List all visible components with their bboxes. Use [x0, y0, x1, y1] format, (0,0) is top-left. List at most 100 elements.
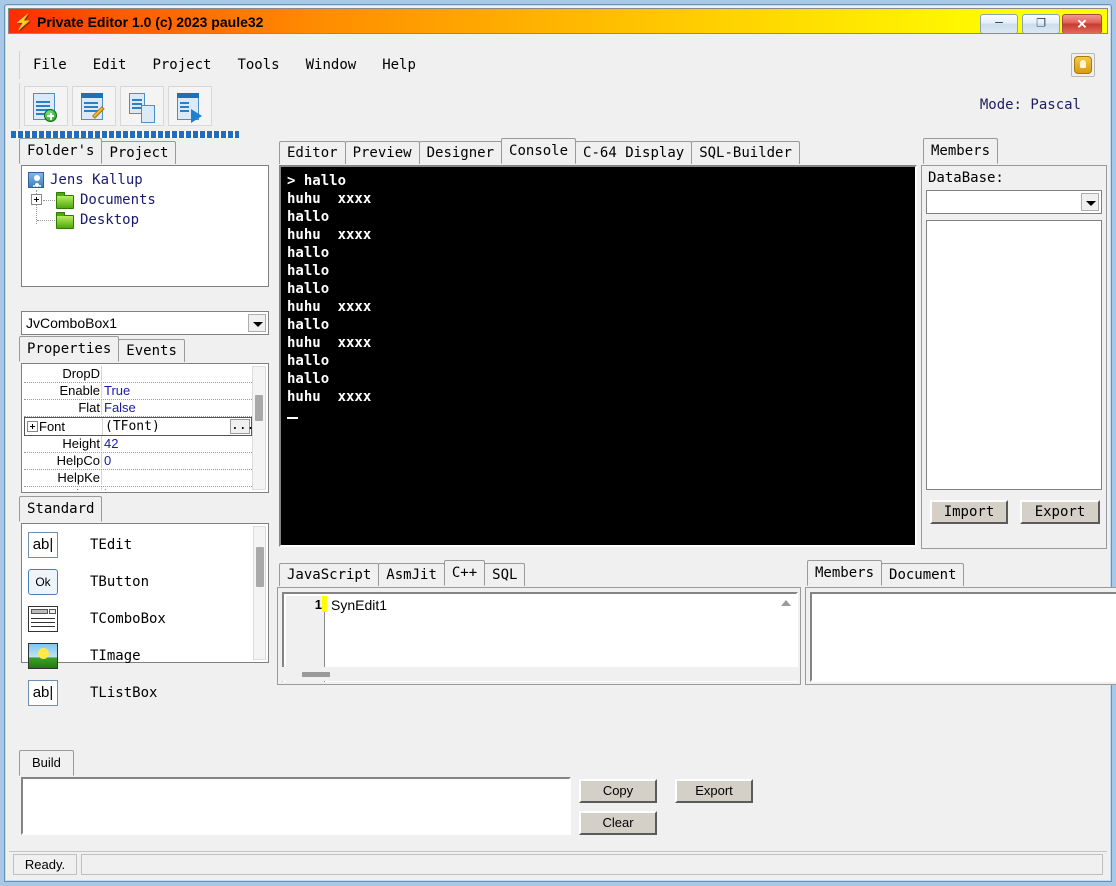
- tab-standard[interactable]: Standard: [19, 496, 103, 522]
- console-line: huhu xxxx: [287, 299, 372, 315]
- chevron-down-icon[interactable]: [1081, 193, 1099, 211]
- tab-properties[interactable]: Properties: [19, 336, 120, 362]
- console-line: hallo: [287, 281, 330, 297]
- members-tabstrip: Members Document: [807, 560, 1116, 587]
- tab-sql-builder[interactable]: SQL-Builder: [691, 141, 800, 164]
- tree-label-user: Jens Kallup: [50, 172, 143, 188]
- app-window: ⚡ Private Editor 1.0 (c) 2023 paule32 – …: [4, 4, 1116, 882]
- editor-hscrollbar[interactable]: [282, 667, 798, 681]
- close-icon: ✕: [1076, 16, 1088, 32]
- menu-item-help[interactable]: Help: [369, 51, 429, 79]
- chevron-down-icon[interactable]: [248, 314, 266, 332]
- tab-editor[interactable]: Editor: [279, 141, 346, 164]
- console-caret: [287, 406, 915, 424]
- close-button[interactable]: ✕: [1062, 14, 1102, 33]
- menu-item-file[interactable]: File: [20, 51, 80, 79]
- palette-scrollbar[interactable]: [253, 526, 266, 660]
- property-name: DropD: [24, 366, 102, 381]
- tab-cpp[interactable]: C++: [443, 560, 486, 586]
- console-output[interactable]: > hallo huhu xxxx hallo huhu xxxx hallo …: [279, 165, 917, 547]
- tab-document[interactable]: Document: [881, 563, 965, 586]
- folder-icon: [56, 212, 74, 229]
- folder-tree[interactable]: Jens Kallup Documents Desktop: [21, 165, 269, 287]
- menu-item-edit[interactable]: Edit: [80, 51, 140, 79]
- editor-line-text[interactable]: SynEdit1: [331, 597, 387, 613]
- tab-c64-display[interactable]: C-64 Display: [575, 141, 693, 164]
- image-icon: [28, 643, 58, 669]
- copy-document-button[interactable]: [120, 86, 164, 126]
- lightbulb-icon[interactable]: [1071, 53, 1095, 77]
- tab-designer[interactable]: Designer: [418, 141, 503, 164]
- tab-asmjit[interactable]: AsmJit: [378, 563, 445, 586]
- left-panel: Folder's Project Jens Kallup Documents D…: [15, 138, 275, 749]
- run-document-button[interactable]: [168, 86, 212, 126]
- minimize-icon: –: [995, 13, 1003, 29]
- table-row[interactable]: Height 42: [24, 436, 252, 453]
- table-row[interactable]: HelpCo 0: [24, 453, 252, 470]
- property-value[interactable]: (TFont): [105, 418, 160, 435]
- database-tabstrip: Members: [923, 138, 1109, 165]
- import-button[interactable]: Import: [930, 500, 1008, 524]
- property-value[interactable]: 0: [104, 453, 111, 468]
- tab-members-right[interactable]: Members: [923, 138, 999, 164]
- table-row[interactable]: Flat False: [24, 400, 252, 417]
- table-row[interactable]: HelpTy htContext: [24, 487, 252, 490]
- status-text: Ready.: [13, 854, 77, 875]
- toolbar: Mode: Pascal: [19, 83, 1097, 129]
- database-combo[interactable]: [926, 190, 1102, 214]
- tab-console[interactable]: Console: [501, 138, 577, 164]
- database-list[interactable]: [926, 220, 1102, 490]
- build-export-button[interactable]: Export: [675, 779, 753, 803]
- export-button[interactable]: Export: [1020, 500, 1100, 524]
- members-list[interactable]: [810, 592, 1116, 682]
- copy-button[interactable]: Copy: [579, 779, 657, 803]
- palette-label: TComboBox: [90, 611, 166, 627]
- tab-folders[interactable]: Folder's: [19, 138, 103, 164]
- menu-item-tools[interactable]: Tools: [224, 51, 292, 79]
- folder-icon: [56, 192, 74, 209]
- component-palette[interactable]: ab| TEdit Ok TButton TComboBox TImage ab…: [21, 523, 269, 706]
- minimize-button[interactable]: –: [980, 13, 1018, 33]
- property-value[interactable]: False: [104, 400, 136, 415]
- console-line: hallo: [287, 353, 330, 369]
- property-grid-scrollbar[interactable]: [252, 366, 266, 490]
- property-expander-icon[interactable]: [27, 421, 38, 432]
- property-name: Flat: [24, 400, 102, 415]
- tab-javascript[interactable]: JavaScript: [279, 563, 380, 586]
- editor-tabstrip: JavaScript AsmJit C++ SQL: [279, 560, 799, 587]
- tab-sql[interactable]: SQL: [484, 563, 526, 586]
- palette-label: TEdit: [90, 537, 133, 553]
- property-value[interactable]: htContext: [104, 487, 160, 490]
- menu-item-window[interactable]: Window: [293, 51, 370, 79]
- table-row[interactable]: Enable True: [24, 383, 252, 400]
- title-bar: ⚡ Private Editor 1.0 (c) 2023 paule32 – …: [8, 8, 1108, 34]
- tab-members-lower[interactable]: Members: [807, 560, 883, 586]
- console-line: huhu xxxx: [287, 335, 372, 351]
- tab-preview[interactable]: Preview: [344, 141, 420, 164]
- palette-label: TListBox: [90, 685, 158, 701]
- menu-item-project[interactable]: Project: [139, 51, 224, 79]
- property-value[interactable]: 42: [104, 436, 118, 451]
- component-combo[interactable]: JvComboBox1: [21, 311, 269, 335]
- tree-expander-icon[interactable]: [31, 194, 42, 205]
- new-document-button[interactable]: [24, 86, 68, 126]
- property-value[interactable]: True: [104, 383, 130, 398]
- table-row-selected[interactable]: Font (TFont) ...: [24, 417, 252, 436]
- console-line: huhu xxxx: [287, 389, 372, 405]
- tab-events[interactable]: Events: [118, 339, 185, 362]
- property-name: Enable: [24, 383, 102, 398]
- tab-project[interactable]: Project: [101, 141, 177, 164]
- database-label: DataBase:: [928, 170, 1004, 186]
- tree-label-desktop: Desktop: [80, 212, 140, 228]
- tab-build[interactable]: Build: [19, 750, 74, 776]
- console-line: hallo: [287, 209, 330, 225]
- table-row[interactable]: DropD: [24, 366, 252, 383]
- edit-document-button[interactable]: [72, 86, 116, 126]
- maximize-button[interactable]: ❐: [1022, 14, 1060, 33]
- property-grid[interactable]: DropD Enable True Flat False Font (TFont…: [21, 363, 269, 493]
- table-row[interactable]: HelpKe: [24, 470, 252, 487]
- property-ellipsis-button[interactable]: ...: [230, 419, 252, 434]
- palette-label: TImage: [90, 648, 141, 664]
- clear-button[interactable]: Clear: [579, 811, 657, 835]
- build-output[interactable]: [21, 777, 571, 835]
